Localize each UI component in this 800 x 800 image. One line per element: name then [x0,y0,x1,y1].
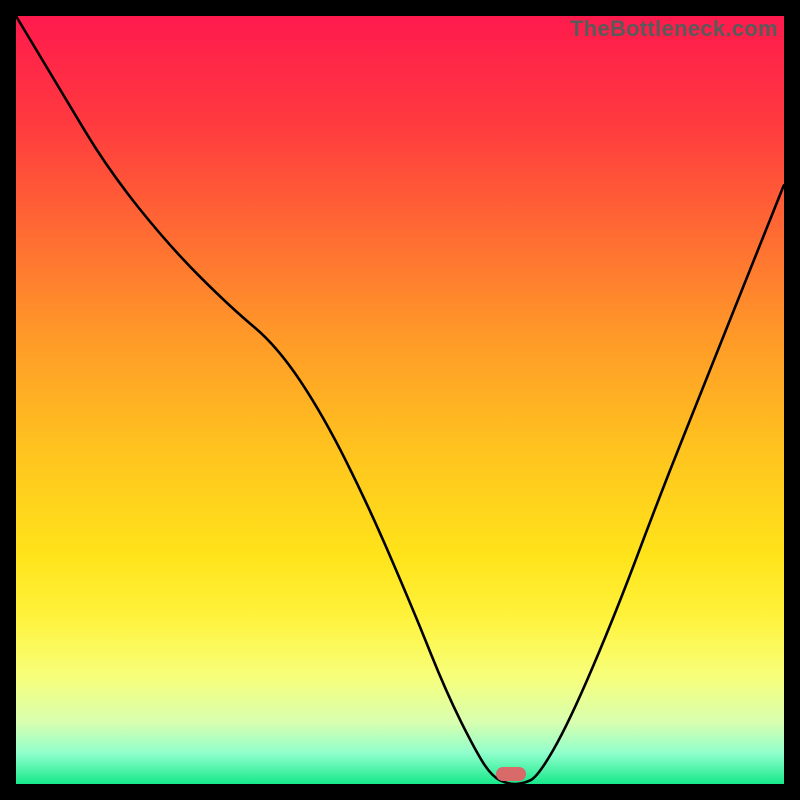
chart-frame: TheBottleneck.com [0,0,800,800]
plot-area: TheBottleneck.com [16,16,784,784]
bottleneck-curve [16,16,784,784]
curve-svg [16,16,784,784]
optimum-marker [496,767,526,781]
